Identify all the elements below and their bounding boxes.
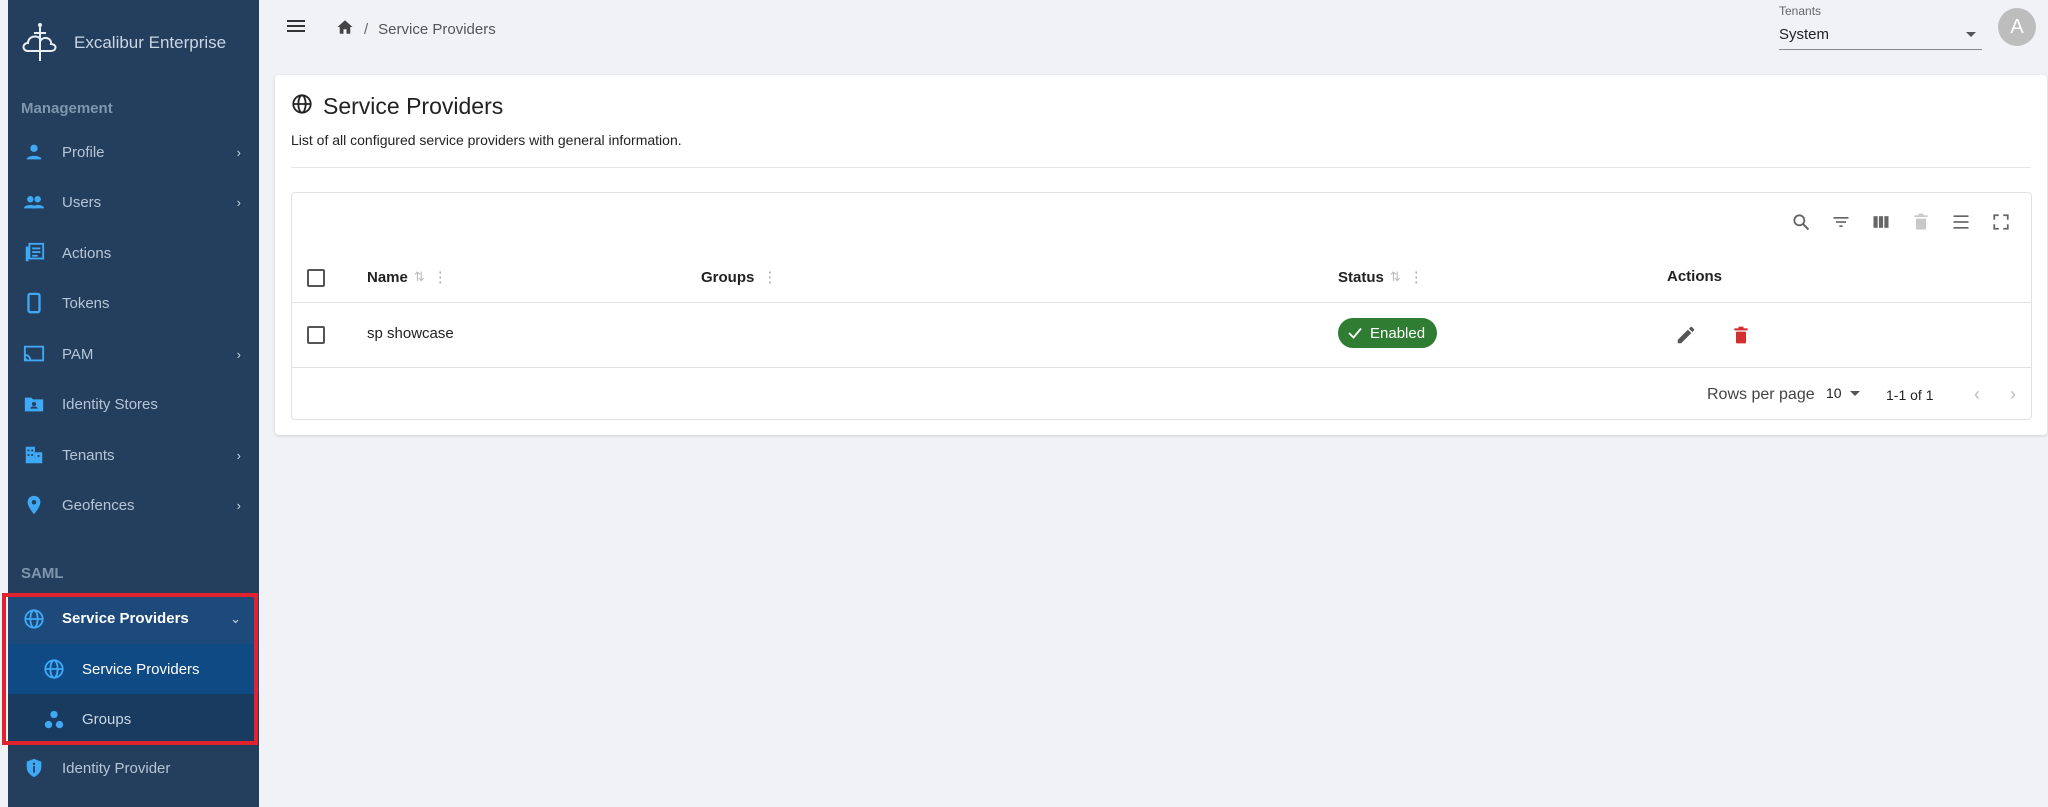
- table-footer: Rows per page 10 1-1 of 1 ‹ ›: [292, 368, 2031, 420]
- building-icon: [22, 443, 46, 467]
- sidebar-subitem-groups[interactable]: Groups: [8, 694, 259, 745]
- avatar[interactable]: A: [1998, 8, 2036, 46]
- chevron-down-icon: ⌄: [230, 610, 241, 626]
- column-header-status[interactable]: Status ⇅ ⋮: [1338, 268, 1424, 287]
- chevron-right-icon: ›: [236, 447, 241, 463]
- people-icon: [22, 190, 46, 214]
- breadcrumb: / Service Providers: [336, 18, 496, 40]
- breadcrumb-current: Service Providers: [378, 20, 496, 38]
- table-toolbar: [1781, 207, 2021, 237]
- shield-icon: [22, 756, 46, 780]
- column-header-name[interactable]: Name ⇅ ⋮: [367, 268, 448, 287]
- location-icon: [22, 493, 46, 517]
- pagination-range: 1-1 of 1: [1886, 387, 1934, 403]
- sidebar-item-pam[interactable]: PAM ›: [8, 330, 259, 378]
- section-saml: SAML: [21, 565, 64, 582]
- prev-page-icon[interactable]: ‹: [1965, 382, 1989, 406]
- density-icon[interactable]: [1941, 207, 1981, 237]
- table-row[interactable]: sp showcase Enabled: [292, 303, 2031, 368]
- sidebar-subitem-service-providers[interactable]: Service Providers: [8, 644, 259, 694]
- main-card: Service Providers List of all configured…: [275, 75, 2047, 435]
- fullscreen-icon[interactable]: [1981, 207, 2021, 237]
- sidebar: Excalibur Enterprise Management Profile …: [8, 0, 259, 807]
- globe-icon: [22, 607, 46, 631]
- breadcrumb-separator: /: [364, 20, 369, 38]
- list-icon: [22, 241, 46, 265]
- columns-icon[interactable]: [1861, 207, 1901, 237]
- column-menu-icon[interactable]: ⋮: [433, 268, 448, 286]
- page-title: Service Providers: [291, 93, 503, 120]
- page-subtitle: List of all configured service providers…: [291, 132, 682, 148]
- sidebar-item-actions[interactable]: Actions: [8, 229, 259, 277]
- data-table: Name ⇅ ⋮ Groups ⋮ Status ⇅ ⋮ Actions sp …: [291, 192, 2032, 420]
- tenant-select-value: System: [1779, 26, 1830, 43]
- sidebar-item-service-providers[interactable]: Service Providers ⌄: [8, 593, 259, 644]
- person-icon: [22, 140, 46, 164]
- app-name: Excalibur Enterprise: [74, 33, 227, 52]
- page-title-text: Service Providers: [323, 93, 504, 119]
- sidebar-item-users[interactable]: Users ›: [8, 178, 259, 226]
- next-page-icon[interactable]: ›: [2001, 382, 2025, 406]
- row-checkbox[interactable]: [307, 326, 325, 344]
- phone-icon: [22, 291, 46, 315]
- sidebar-item-identity-provider[interactable]: Identity Provider: [8, 744, 259, 792]
- chevron-right-icon: ›: [236, 346, 241, 362]
- table-header: Name ⇅ ⋮ Groups ⋮ Status ⇅ ⋮ Actions: [292, 253, 2031, 303]
- edit-icon[interactable]: [1673, 322, 1699, 348]
- tenant-select[interactable]: Tenants System: [1779, 2, 1982, 50]
- column-header-groups[interactable]: Groups ⋮: [701, 268, 777, 287]
- dropdown-arrow-icon: [1966, 32, 1976, 37]
- rows-per-page-select[interactable]: 10: [1826, 385, 1860, 401]
- tenant-select-label: Tenants: [1779, 4, 1822, 18]
- rows-per-page-label: Rows per page: [1707, 386, 1815, 403]
- dropdown-arrow-icon: [1849, 390, 1860, 396]
- sidebar-item-tenants[interactable]: Tenants ›: [8, 431, 259, 479]
- sidebar-item-tokens[interactable]: Tokens: [8, 279, 259, 327]
- group-icon: [42, 708, 66, 732]
- chevron-right-icon: ›: [236, 497, 241, 513]
- check-icon: [1348, 327, 1362, 339]
- divider: [291, 167, 2031, 168]
- select-all-checkbox[interactable]: [307, 269, 325, 287]
- column-menu-icon[interactable]: ⋮: [762, 268, 777, 286]
- brand[interactable]: Excalibur Enterprise: [18, 18, 226, 68]
- sidebar-item-geofences[interactable]: Geofences ›: [8, 481, 259, 529]
- sidebar-item-identity-stores[interactable]: Identity Stores: [8, 380, 259, 428]
- section-management: Management: [21, 100, 113, 117]
- chevron-right-icon: ›: [236, 194, 241, 210]
- globe-icon: [291, 93, 313, 120]
- sidebar-item-profile[interactable]: Profile ›: [8, 128, 259, 176]
- cast-icon: [22, 342, 46, 366]
- search-icon[interactable]: [1781, 207, 1821, 237]
- column-header-actions: Actions: [1667, 268, 1723, 285]
- menu-icon[interactable]: [284, 14, 308, 38]
- filter-icon[interactable]: [1821, 207, 1861, 237]
- column-menu-icon[interactable]: ⋮: [1409, 268, 1424, 286]
- cell-name[interactable]: sp showcase: [367, 325, 454, 342]
- home-icon[interactable]: [336, 18, 354, 40]
- delete-icon[interactable]: [1901, 207, 1941, 237]
- chevron-right-icon: ›: [236, 144, 241, 160]
- folder-icon: [22, 392, 46, 416]
- delete-icon[interactable]: [1728, 322, 1754, 348]
- sort-icon[interactable]: ⇅: [1390, 269, 1401, 285]
- sort-icon[interactable]: ⇅: [414, 269, 425, 285]
- logo-icon: [22, 23, 57, 61]
- status-badge: Enabled: [1338, 318, 1438, 348]
- globe-icon: [42, 657, 66, 681]
